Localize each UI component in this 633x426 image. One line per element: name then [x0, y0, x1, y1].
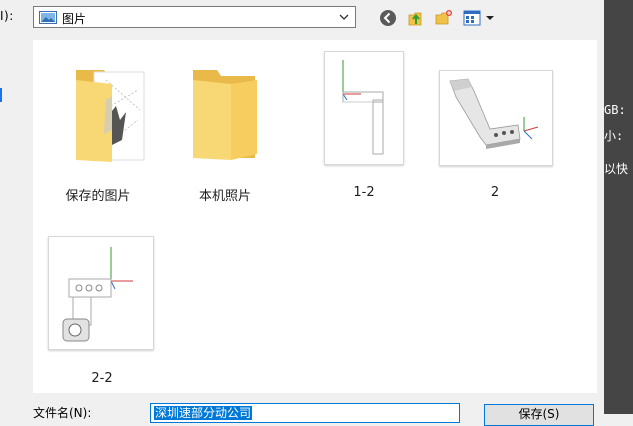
background-text-2: 小:: [604, 129, 624, 143]
filename-label: 文件名(N):: [33, 406, 92, 420]
save-button[interactable]: 保存(S): [484, 404, 594, 426]
list-item-2-2[interactable]: 2-2: [48, 236, 154, 386]
file-label: 2: [490, 185, 500, 200]
file-label: 2-2: [91, 371, 113, 386]
image-thumbnail: [48, 236, 154, 350]
filename-value: 深圳速部分动公司: [154, 406, 253, 420]
left-indicator: [0, 88, 2, 102]
location-value: 图片: [62, 12, 87, 26]
image-thumbnail: [324, 51, 404, 165]
list-item-local-photos[interactable]: 本机照片: [173, 50, 277, 204]
file-label: 1-2: [353, 185, 375, 200]
image-thumbnail: [439, 70, 553, 166]
left-strip: [0, 0, 32, 414]
look-in-label: I):: [0, 9, 14, 23]
background-app-panel: [604, 0, 633, 414]
background-text-1: GB: (: [604, 103, 633, 117]
list-item-saved-pictures[interactable]: 保存的图片: [46, 50, 150, 204]
filename-input[interactable]: 深圳速部分动公司: [150, 403, 460, 423]
file-label: 本机照片: [198, 189, 251, 204]
background-text-3: 以快: [604, 162, 629, 176]
file-list-panel[interactable]: 保存的图片 本机照片 1-2 2 2-2: [33, 40, 597, 393]
list-item-1-2[interactable]: 1-2: [312, 50, 416, 200]
file-label: 保存的图片: [65, 189, 131, 204]
list-item-2[interactable]: 2: [439, 50, 553, 200]
location-dropdown[interactable]: 图片: [33, 6, 356, 28]
